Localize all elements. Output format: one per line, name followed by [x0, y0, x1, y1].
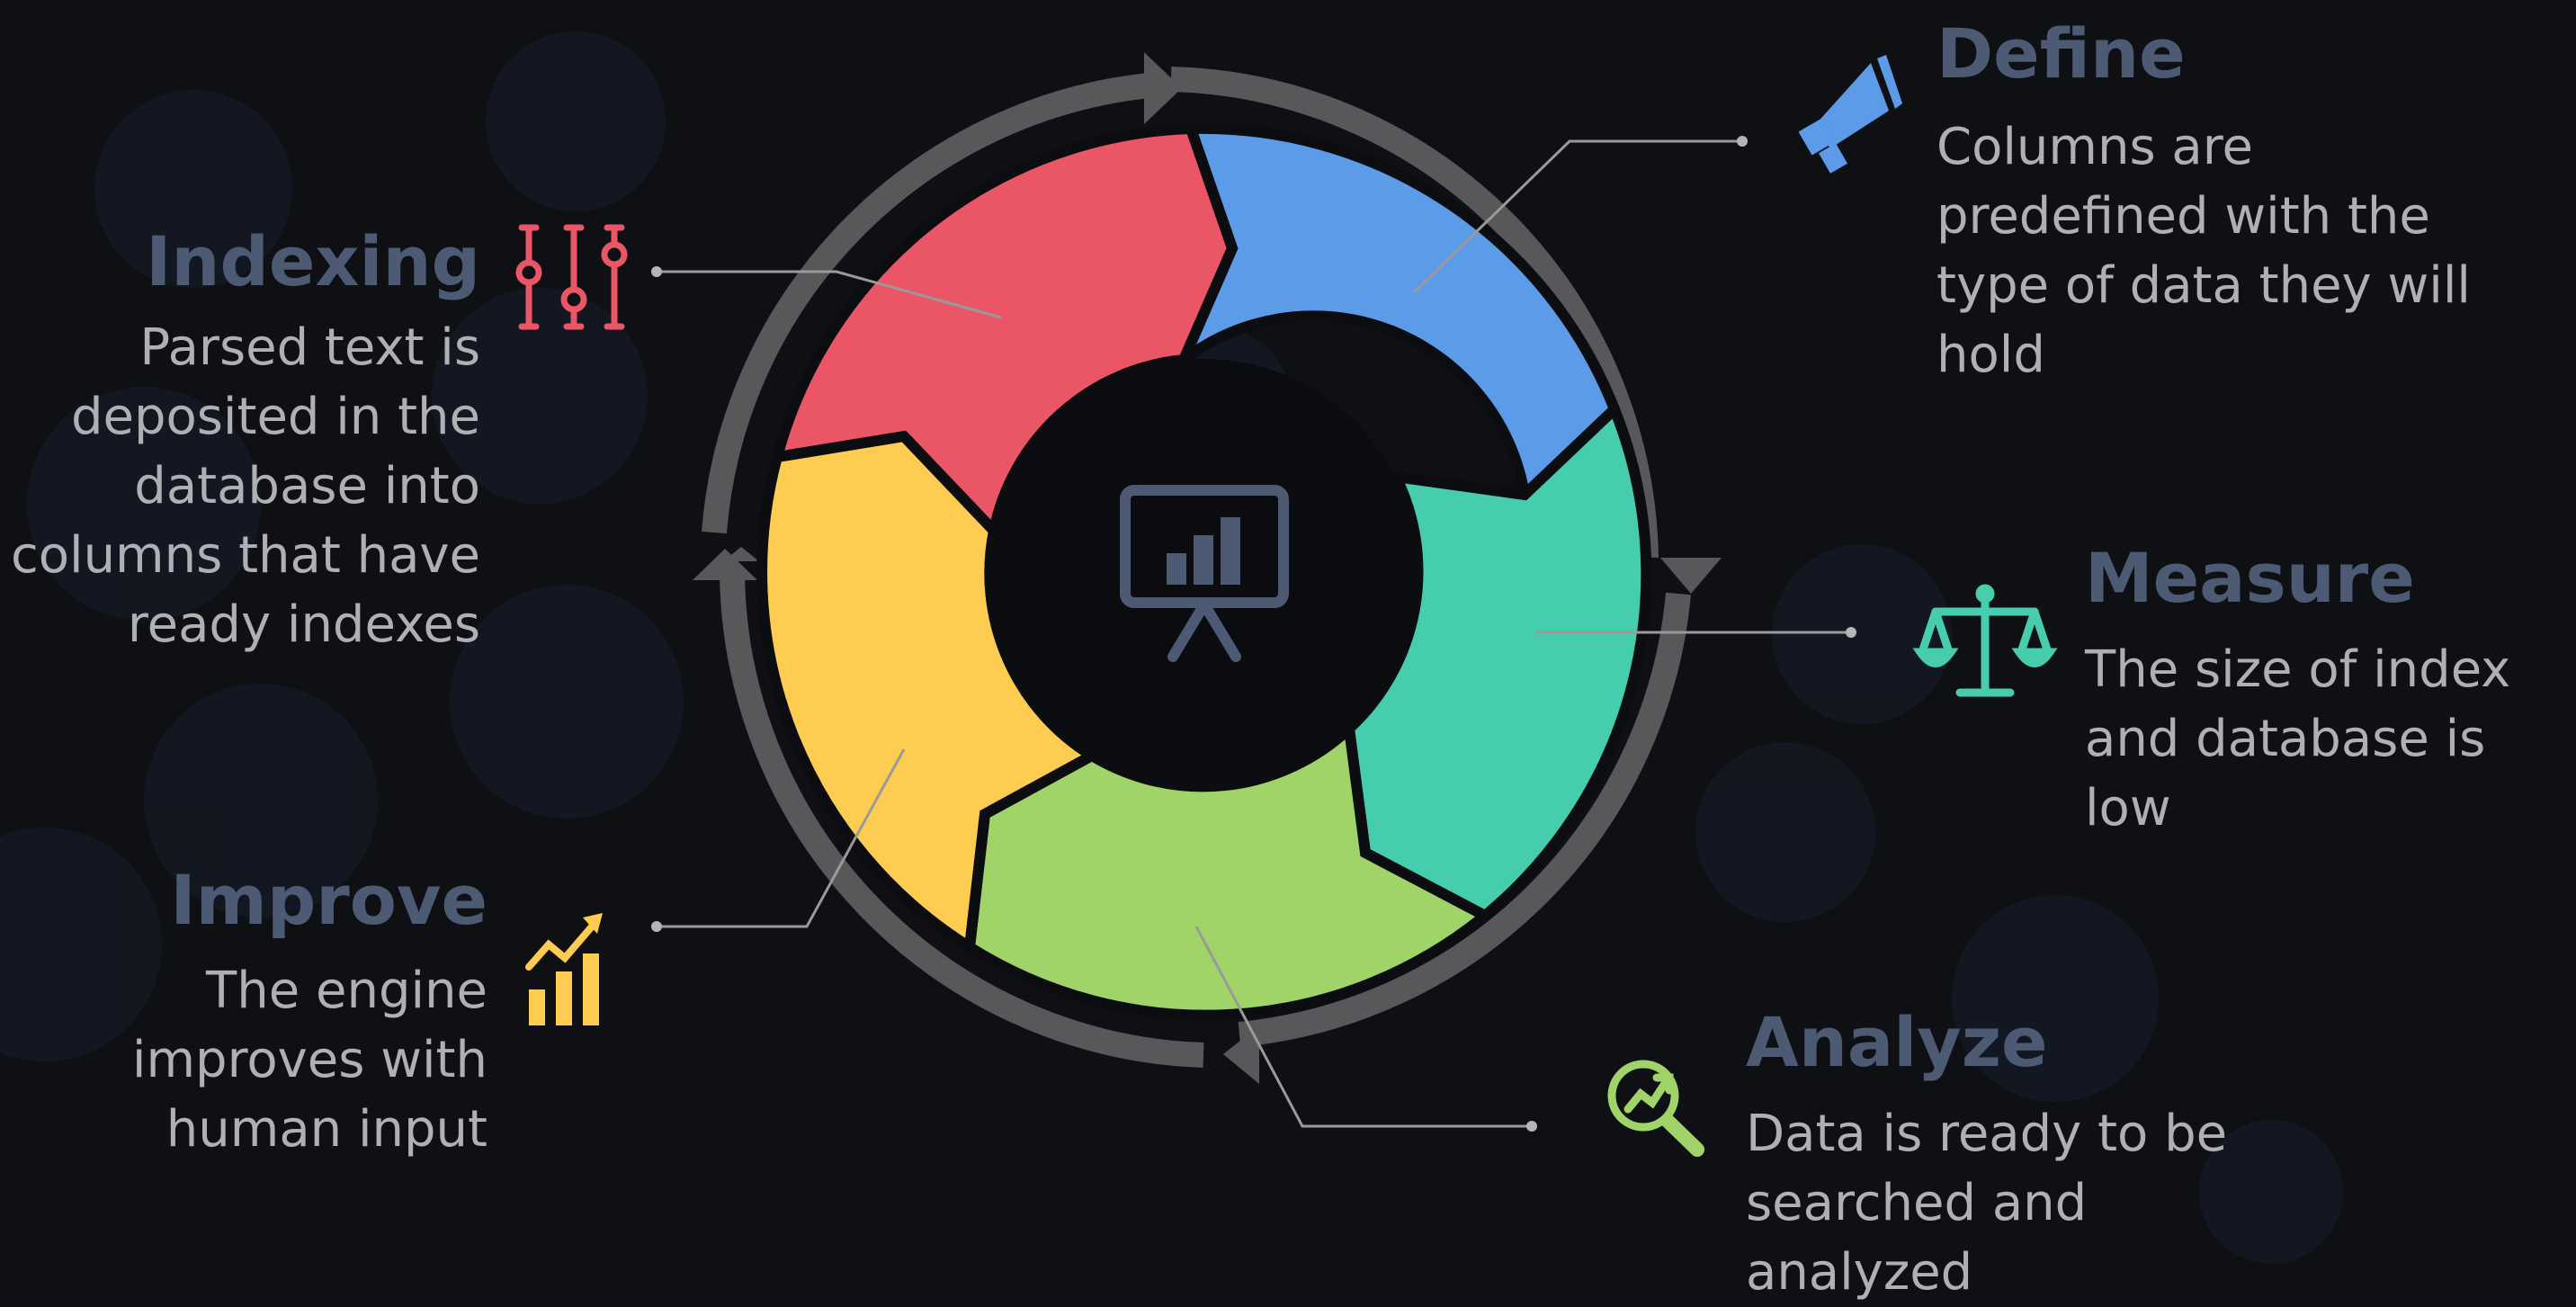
megaphone-icon: [1798, 55, 1902, 174]
define-title: Define: [1936, 13, 2186, 94]
improve-description: The engine improves with human input: [131, 962, 487, 1159]
analyze-description: Data is ready to be searched and analyze…: [1746, 1105, 2228, 1302]
indexing-description: Parsed text is deposited in the database…: [10, 318, 480, 654]
analyze-title: Analyze: [1746, 1002, 2048, 1082]
ring-arrowhead-right: [1660, 558, 1722, 594]
improve-title: Improve: [170, 860, 487, 940]
growth-chart-icon: [525, 913, 603, 1025]
ring-arrowhead-top: [1144, 52, 1182, 124]
indexing-title: Indexing: [146, 221, 480, 301]
measure-description: The size of index and database is low: [2085, 640, 2511, 837]
define-description: Columns are predefined with the type of …: [1936, 118, 2471, 384]
measure-title: Measure: [2085, 538, 2415, 618]
magnifier-chart-icon: [1607, 1060, 1704, 1157]
